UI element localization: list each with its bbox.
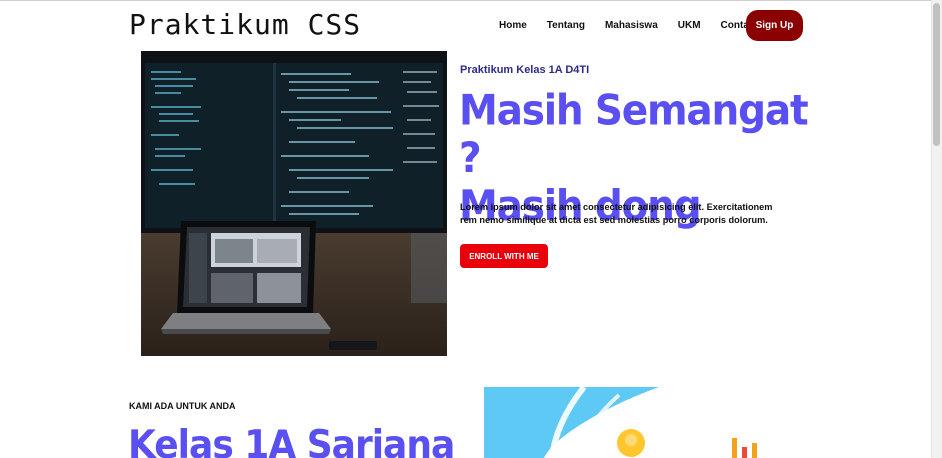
nav-link-tentang[interactable]: Tentang bbox=[547, 20, 585, 31]
scrollbar-thumb[interactable] bbox=[933, 3, 940, 146]
hero-lead-text: Lorem ipsum dolor sit amet consectetur a… bbox=[460, 202, 773, 225]
signup-button[interactable]: Sign Up bbox=[746, 10, 803, 41]
brand-logo[interactable]: Praktikum CSS bbox=[129, 8, 361, 41]
section-kicker: KAMI ADA UNTUK ANDA bbox=[129, 401, 236, 411]
enroll-button[interactable]: ENROLL WITH ME bbox=[460, 244, 548, 268]
hero-kicker: Praktikum Kelas 1A D4TI bbox=[460, 64, 590, 76]
nav-link-mahasiswa[interactable]: Mahasiswa bbox=[605, 20, 658, 31]
nav-link-home[interactable]: Home bbox=[499, 20, 527, 31]
window-top-border bbox=[0, 0, 942, 1]
hero-photo-illustration bbox=[141, 51, 447, 356]
page-scrollbar[interactable] bbox=[931, 0, 942, 458]
section-illustration bbox=[484, 387, 814, 458]
section-title: Kelas 1A Sarjana bbox=[128, 423, 455, 458]
bar-chart-icon bbox=[732, 438, 737, 458]
hero-image bbox=[141, 51, 447, 356]
hero-headline-line1: Masih Semangat ? bbox=[459, 86, 809, 184]
illustration-graphic bbox=[484, 387, 757, 458]
nav-link-ukm[interactable]: UKM bbox=[678, 20, 701, 31]
main-nav: Home Tentang Mahasiswa UKM Contact bbox=[486, 10, 778, 41]
